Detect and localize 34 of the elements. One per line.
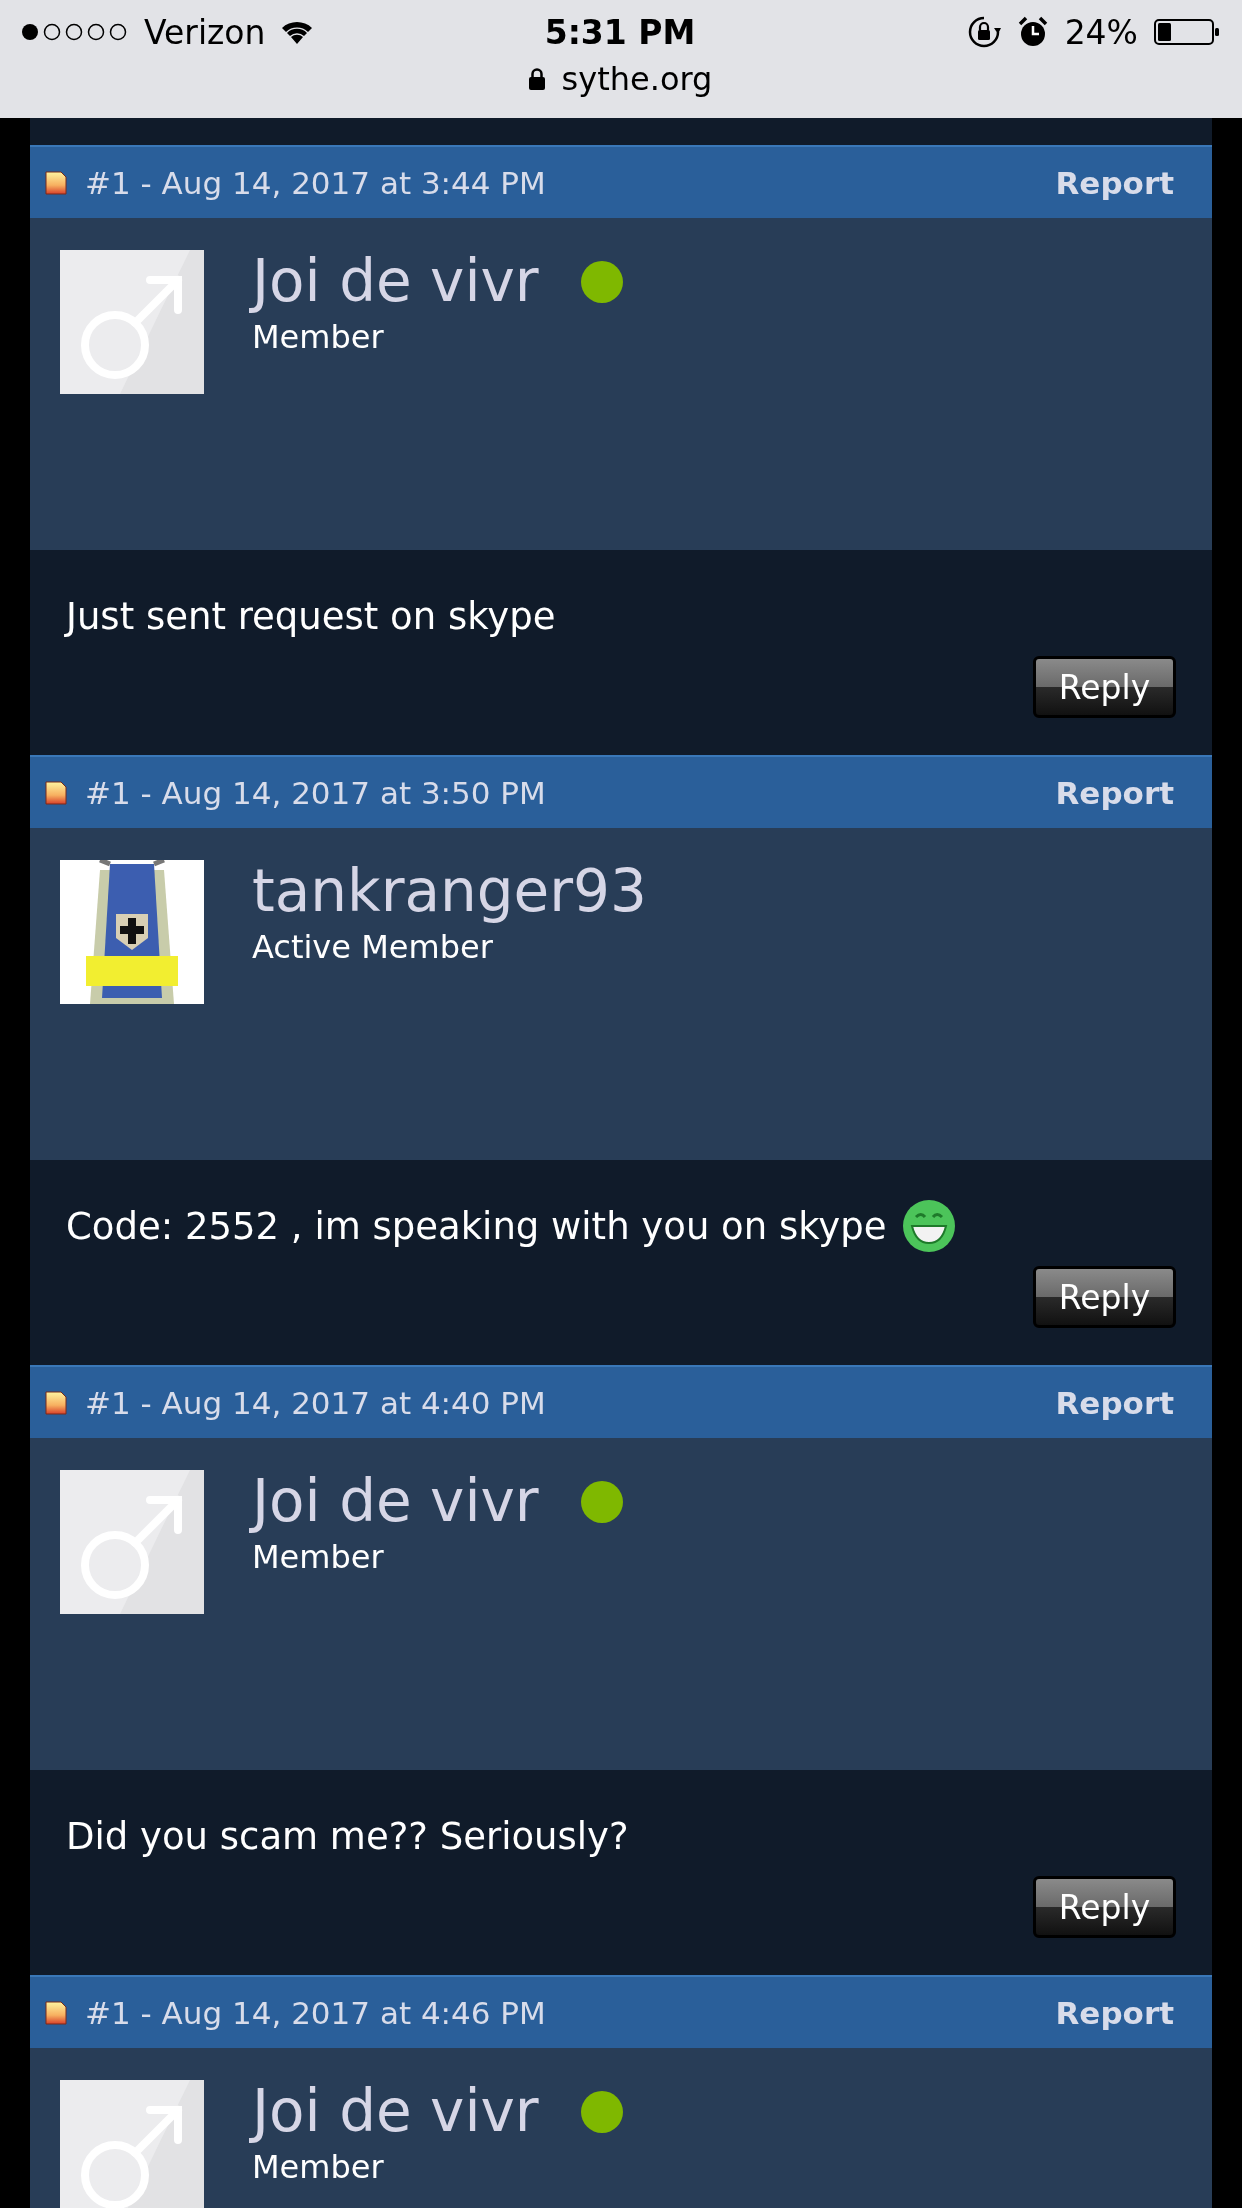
user-role: Member xyxy=(252,2147,385,2186)
lock-icon xyxy=(527,67,546,91)
male-symbol-icon[interactable] xyxy=(60,1470,204,1614)
report-link[interactable]: Report xyxy=(1055,1994,1174,2031)
post-message: Code: 2552 , im speaking with you on skype xyxy=(66,1204,887,1248)
user-role: Active Member xyxy=(252,927,494,966)
post-date[interactable]: #1 - Aug 14, 2017 at 4:40 PM xyxy=(85,1384,546,1421)
note-icon xyxy=(45,780,67,805)
post-message: Did you scam me?? Seriously? xyxy=(66,1814,629,1858)
note-icon xyxy=(45,2000,67,2025)
user-role: Member xyxy=(252,1537,385,1576)
note-icon xyxy=(45,1390,67,1415)
battery-icon xyxy=(1154,18,1220,46)
reply-button[interactable]: Reply xyxy=(1033,656,1176,718)
user-role: Member xyxy=(252,317,385,356)
url-text[interactable]: sythe.org xyxy=(561,60,713,98)
report-link[interactable]: Report xyxy=(1055,774,1174,811)
male-symbol-icon[interactable] xyxy=(60,2080,204,2208)
reply-button[interactable]: Reply xyxy=(1033,1266,1176,1328)
username[interactable]: tankranger93 xyxy=(252,860,647,924)
post-date[interactable]: #1 - Aug 14, 2017 at 4:46 PM xyxy=(85,1994,546,2031)
carrier-name: Verizon xyxy=(144,12,266,52)
clock-time: 5:31 PM xyxy=(544,12,696,52)
post-date[interactable]: #1 - Aug 14, 2017 at 3:44 PM xyxy=(85,164,546,201)
battery-percent: 24% xyxy=(1064,12,1138,52)
post-message: Just sent request on skype xyxy=(66,594,556,638)
report-link[interactable]: Report xyxy=(1055,164,1174,201)
alarm-icon xyxy=(1016,16,1049,48)
reply-button[interactable]: Reply xyxy=(1033,1876,1176,1938)
report-link[interactable]: Report xyxy=(1055,1384,1174,1421)
post-date[interactable]: #1 - Aug 14, 2017 at 3:50 PM xyxy=(85,774,546,811)
rotation-lock-icon xyxy=(966,15,1001,49)
note-icon xyxy=(45,170,67,195)
male-symbol-icon[interactable] xyxy=(60,250,204,394)
